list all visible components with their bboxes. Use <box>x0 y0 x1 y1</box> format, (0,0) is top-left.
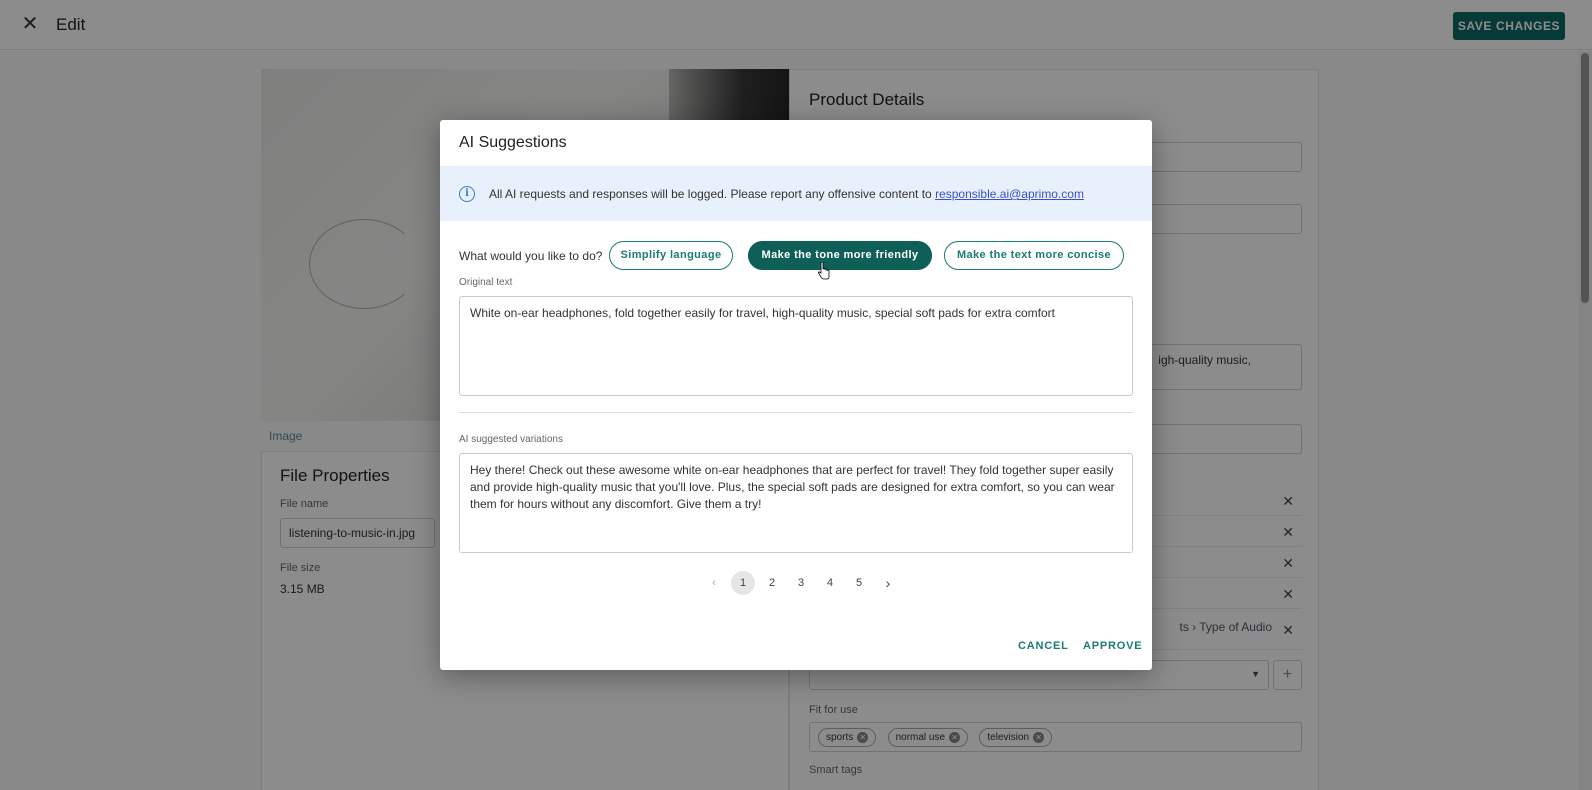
original-text-field[interactable]: White on-ear headphones, fold together e… <box>459 296 1133 396</box>
pointer-cursor-icon <box>818 262 830 280</box>
cancel-button[interactable]: CANCEL <box>1018 640 1069 652</box>
friendly-tone-button[interactable]: Make the tone more friendly <box>748 241 932 270</box>
page-button-4[interactable]: 4 <box>818 571 842 595</box>
original-text-label: Original text <box>459 277 513 288</box>
dialog-title: AI Suggestions <box>459 134 567 151</box>
concise-text-button[interactable]: Make the text more concise <box>944 241 1124 270</box>
notice-text: All AI requests and responses will be lo… <box>489 187 1084 201</box>
page-button-2[interactable]: 2 <box>760 571 784 595</box>
logging-notice: i All AI requests and responses will be … <box>440 166 1152 221</box>
section-divider <box>459 412 1133 413</box>
suggested-variations-label: AI suggested variations <box>459 434 563 445</box>
page-button-3[interactable]: 3 <box>789 571 813 595</box>
chevron-left-icon[interactable]: ‹ <box>702 571 726 595</box>
chevron-right-icon[interactable]: › <box>876 571 900 595</box>
page-button-1[interactable]: 1 <box>731 571 755 595</box>
page-button-5[interactable]: 5 <box>847 571 871 595</box>
notice-message: All AI requests and responses will be lo… <box>489 187 936 201</box>
suggested-text-field[interactable]: Hey there! Check out these awesome white… <box>459 453 1133 553</box>
ai-suggestions-dialog: AI Suggestions i All AI requests and res… <box>440 120 1152 670</box>
action-prompt: What would you like to do? <box>459 249 603 263</box>
responsible-ai-email-link[interactable]: responsible.ai@aprimo.com <box>935 187 1084 201</box>
simplify-language-button[interactable]: Simplify language <box>609 241 733 270</box>
approve-button[interactable]: APPROVE <box>1083 640 1142 652</box>
info-icon: i <box>459 186 475 202</box>
